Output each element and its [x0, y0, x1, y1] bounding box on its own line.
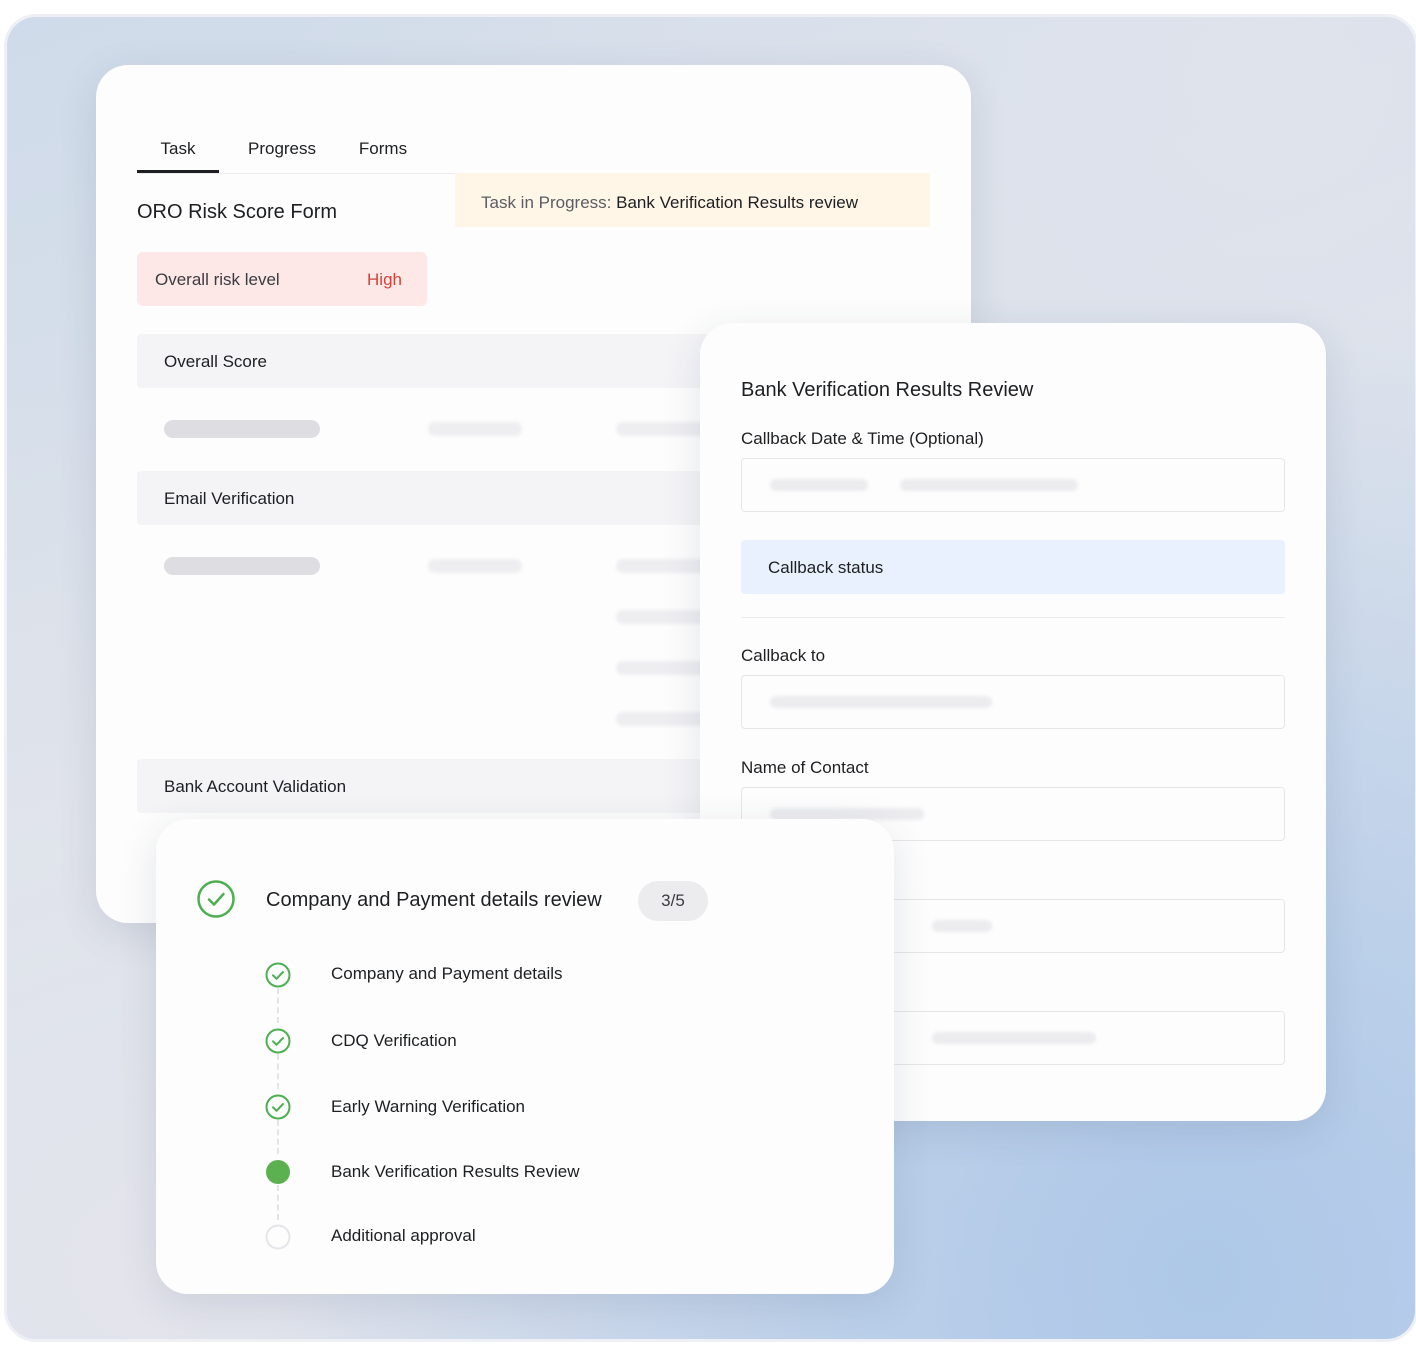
- name-of-contact-label: Name of Contact: [741, 758, 869, 777]
- step-label[interactable]: CDQ Verification: [331, 1031, 457, 1051]
- step-current-dot-icon: [266, 1160, 290, 1184]
- input-placeholder-bar: [932, 920, 992, 932]
- form-title: ORO Risk Score Form: [137, 201, 338, 223]
- input-placeholder-bar: [900, 479, 1078, 491]
- risk-level-value: High: [367, 270, 402, 289]
- placeholder-bar: [164, 420, 320, 438]
- input-placeholder-bar: [770, 696, 992, 708]
- tab-task[interactable]: Task: [137, 119, 219, 173]
- background-frame: Task Progress Forms Task in Progress: Ba…: [4, 14, 1416, 1342]
- placeholder-bar: [428, 422, 522, 436]
- task-banner-task-name[interactable]: Bank Verification Results review: [616, 193, 858, 212]
- step-connector: [277, 1054, 279, 1089]
- tab-progress[interactable]: Progress: [233, 119, 331, 173]
- input-placeholder-bar: [932, 1032, 1096, 1044]
- step-pending-circle-icon: [265, 1224, 291, 1250]
- task-in-progress-banner: Task in Progress: Bank Verification Resu…: [455, 173, 930, 227]
- callback-to-input[interactable]: [741, 675, 1285, 729]
- task-banner-prefix: Task in Progress:: [481, 193, 612, 212]
- overall-risk-badge: Overall risk level High: [137, 252, 427, 306]
- callback-status-section[interactable]: Callback status: [741, 540, 1285, 594]
- callback-to-label: Callback to: [741, 646, 826, 665]
- step-done-check-icon: [265, 1028, 291, 1054]
- step-label[interactable]: Early Warning Verification: [331, 1097, 525, 1117]
- step-connector: [277, 1120, 279, 1154]
- step-label[interactable]: Bank Verification Results Review: [331, 1162, 580, 1182]
- step-connector: [277, 1185, 279, 1220]
- step-label[interactable]: Company and Payment details: [331, 964, 563, 984]
- callback-date-label: Callback Date & Time (Optional): [741, 429, 984, 448]
- placeholder-bar: [164, 557, 320, 575]
- review-steps-card: Company and Payment details review 3/5 C…: [156, 819, 894, 1294]
- divider: [741, 617, 1285, 618]
- callback-date-input[interactable]: [741, 458, 1285, 512]
- steps-title: Company and Payment details review: [266, 889, 602, 911]
- step-done-check-icon: [265, 1094, 291, 1120]
- check-circle-icon: [197, 880, 235, 918]
- bank-verification-title: Bank Verification Results Review: [741, 379, 1034, 401]
- step-connector: [277, 988, 279, 1023]
- tab-bar: Task Progress Forms Task in Progress: Ba…: [137, 119, 930, 227]
- placeholder-bar: [428, 559, 522, 573]
- step-done-check-icon: [265, 962, 291, 988]
- progress-counter-badge: 3/5: [638, 881, 708, 921]
- input-placeholder-bar: [770, 479, 868, 491]
- tab-forms[interactable]: Forms: [347, 119, 419, 173]
- step-label[interactable]: Additional approval: [331, 1226, 476, 1246]
- risk-level-label: Overall risk level: [155, 270, 280, 289]
